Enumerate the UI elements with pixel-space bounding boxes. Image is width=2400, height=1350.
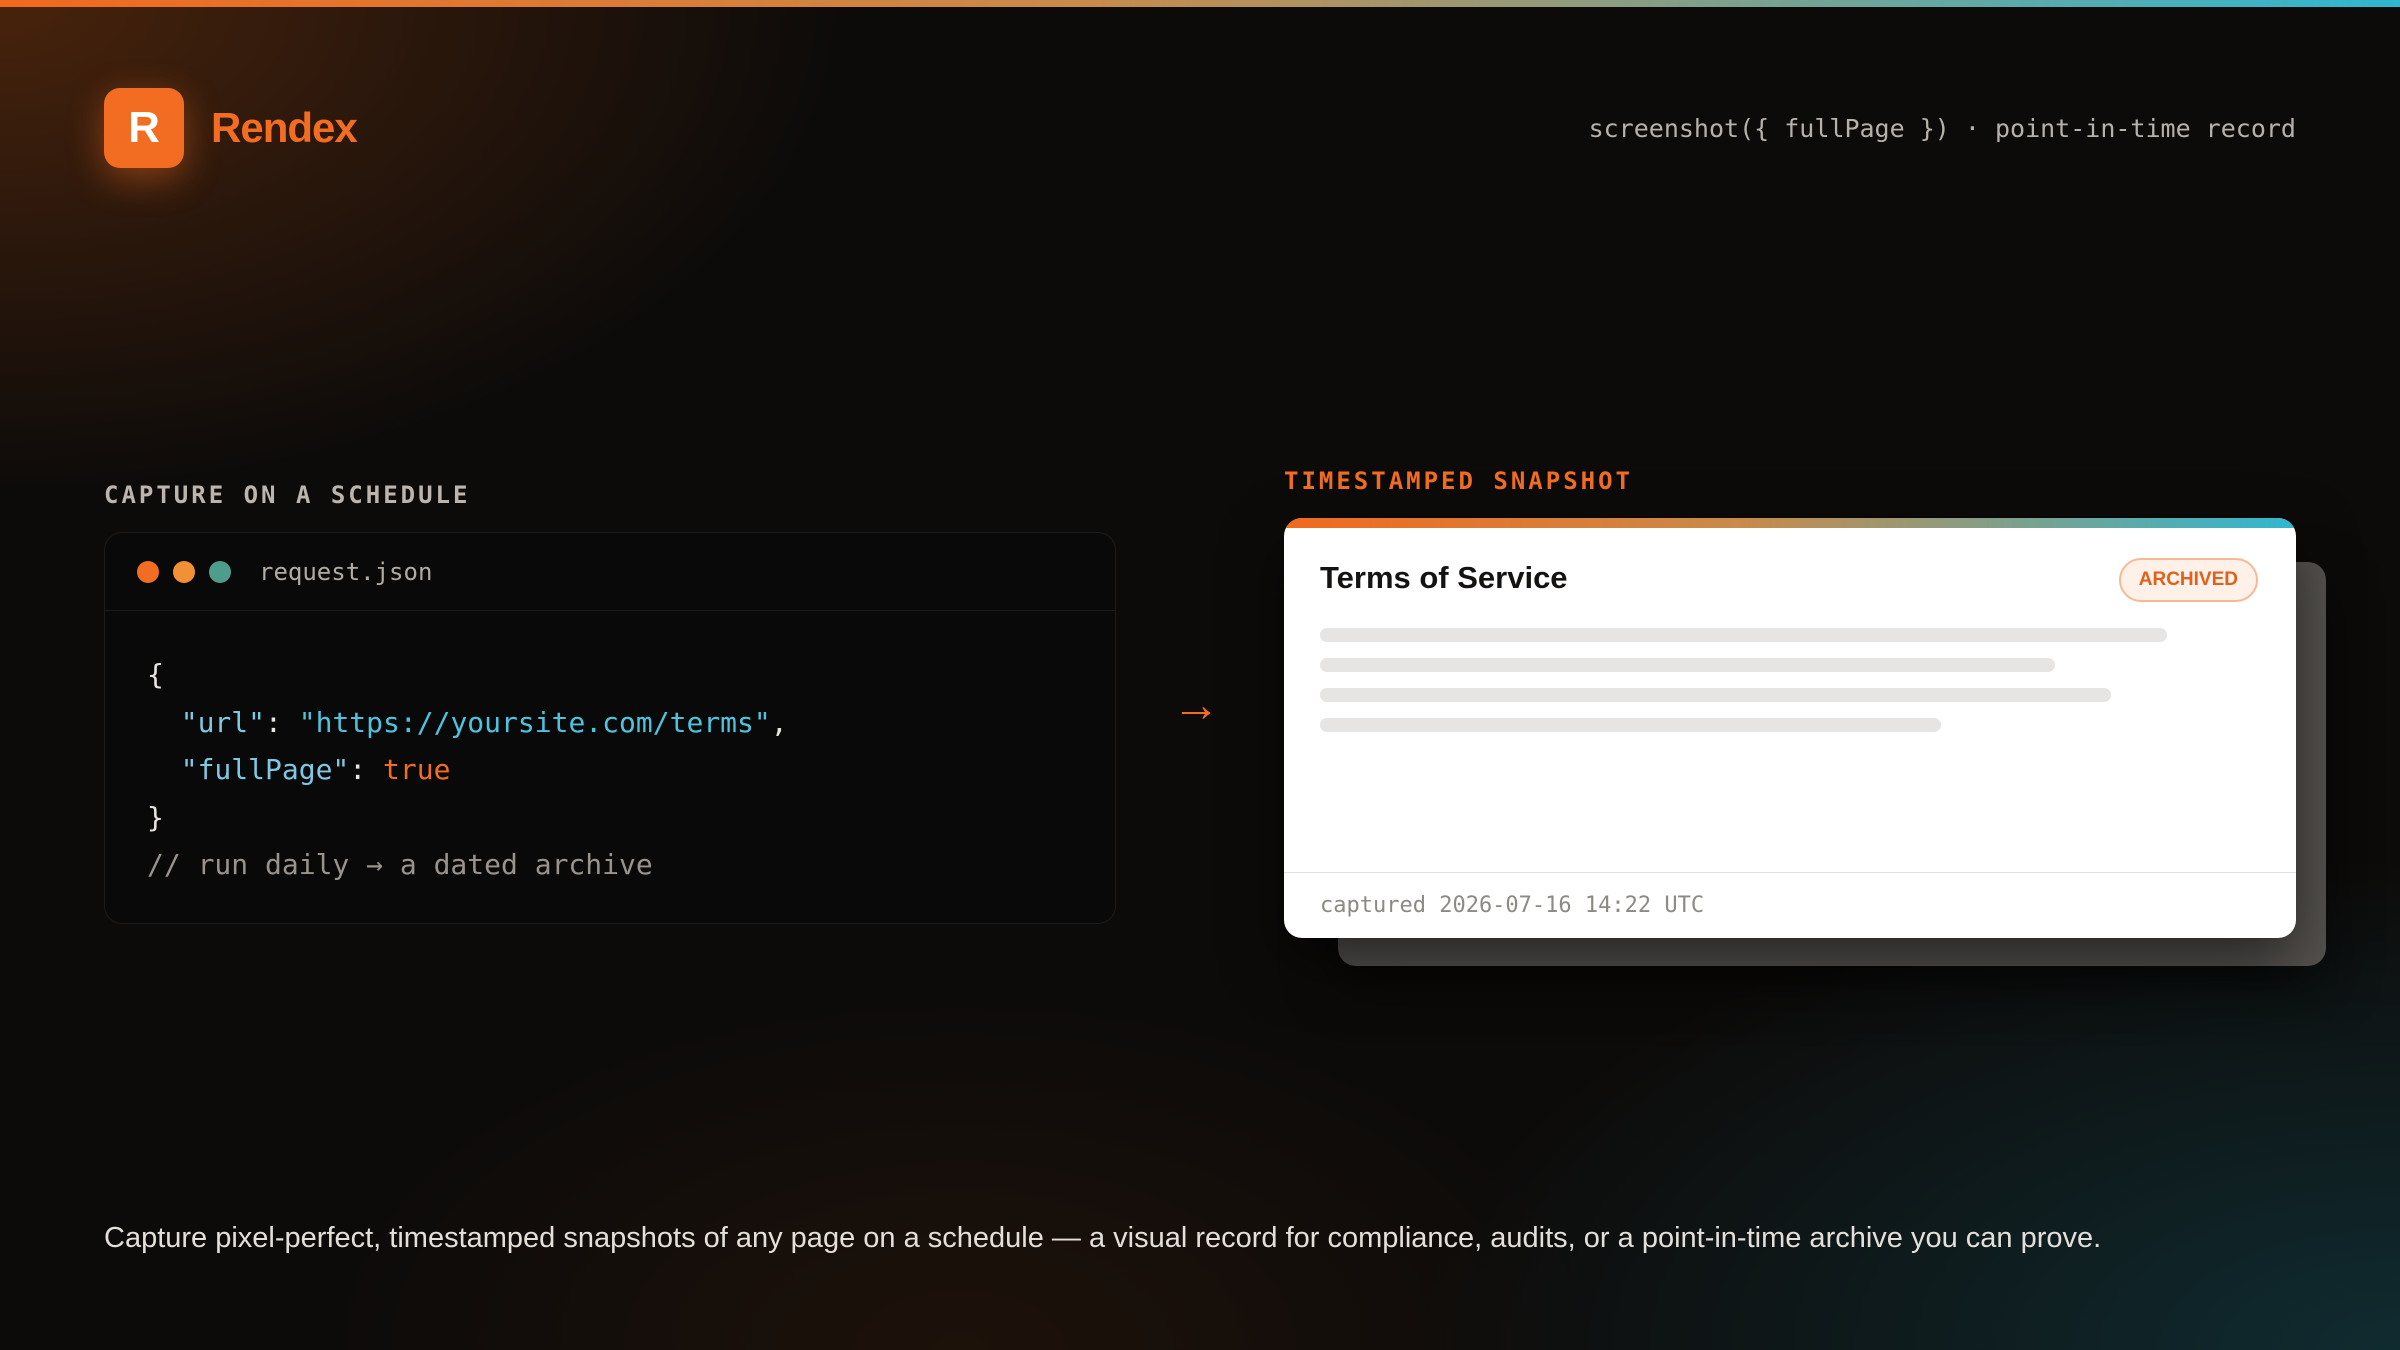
code-window: request.json { "url": "https://yoursite.… <box>104 532 1116 924</box>
window-dot-icon <box>209 560 231 583</box>
code-key-url: "url" <box>180 705 266 739</box>
code-line: // run daily → a dated archive <box>147 841 1073 889</box>
placeholder-line <box>1320 658 2055 672</box>
top-gradient-bar <box>0 0 2400 7</box>
arrow-right-icon: → <box>1172 679 1220 732</box>
capture-timestamp: captured 2026-07-16 14:22 UTC <box>1284 872 2296 938</box>
placeholder-line <box>1320 628 2167 642</box>
code-body: { "url": "https://yoursite.com/terms", "… <box>105 611 1115 889</box>
snapshot-section-label: TIMESTAMPED SNAPSHOT <box>1284 467 1633 495</box>
logo-icon: R <box>104 88 184 168</box>
capture-timestamp-text: captured 2026-07-16 14:22 UTC <box>1320 893 1705 918</box>
code-file-name: request.json <box>259 557 433 586</box>
snapshot-card: Terms of Service ARCHIVED captured 2026-… <box>1284 518 2296 938</box>
code-line: "url": "https://yoursite.com/terms", <box>180 705 788 739</box>
code-brace: { <box>147 658 164 691</box>
window-dot-icon <box>137 560 159 583</box>
code-key-fullpage: "fullPage" <box>180 753 350 786</box>
code-line: { <box>147 651 1073 699</box>
code-window-header: request.json <box>105 533 1115 611</box>
code-line: } <box>147 794 1073 842</box>
capture-section-label: CAPTURE ON A SCHEDULE <box>104 481 471 509</box>
footer-description: Capture pixel-perfect, timestamped snaps… <box>104 1222 2102 1254</box>
placeholder-lines <box>1320 628 2167 748</box>
code-value-url: "https://yoursite.com/terms" <box>298 705 771 739</box>
archived-badge: ARCHIVED <box>2118 558 2258 602</box>
header-tagline: screenshot({ fullPage }) · point-in-time… <box>1588 114 2296 143</box>
placeholder-line <box>1320 688 2111 702</box>
snapshot-gradient-bar <box>1284 518 2296 528</box>
brand: R Rendex <box>104 88 358 168</box>
code-line: "fullPage": true <box>180 753 451 786</box>
placeholder-line <box>1320 718 1941 732</box>
window-dot-icon <box>173 560 195 583</box>
snapshot-title: Terms of Service <box>1320 560 1568 595</box>
code-brace: } <box>147 800 164 834</box>
brand-name: Rendex <box>211 104 358 151</box>
code-value-fullpage: true <box>383 753 451 786</box>
code-comment: // run daily → a dated archive <box>147 848 653 881</box>
